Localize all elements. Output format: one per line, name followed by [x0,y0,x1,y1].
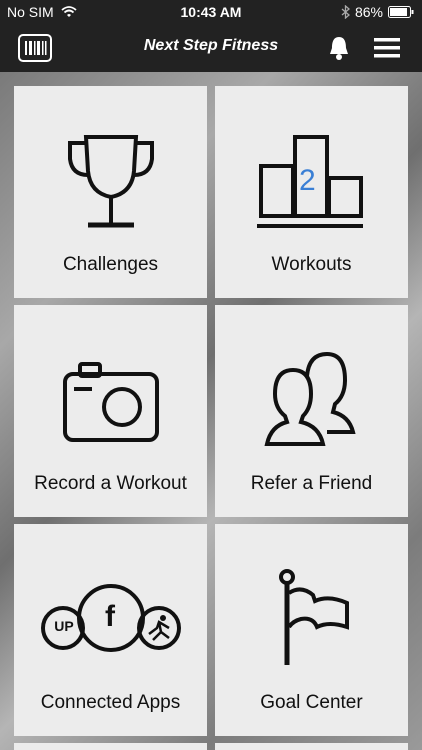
tile-label: Workouts [271,254,352,275]
status-bar: No SIM 10:43 AM 86% [0,0,422,24]
tile-label: Challenges [62,254,159,275]
tile-goal-center[interactable]: Goal Center [215,524,408,736]
tile-workouts[interactable]: 2 Workouts [215,86,408,298]
tile-label: Connected Apps [40,692,181,713]
tile-label: Refer a Friend [250,473,373,494]
tile-refer-friend[interactable]: Refer a Friend [215,305,408,517]
nav-bar: Next Step Fitness [0,24,422,72]
battery-icon [388,6,414,18]
hamburger-menu-icon[interactable] [374,38,400,58]
runner-icon [148,615,170,641]
app-title: Next Step Fitness [143,37,279,54]
users-icon [264,351,356,446]
tile-label: Record a Workout [34,473,187,494]
battery-percent: 86% [354,4,383,20]
tile-connected-apps[interactable]: UP f Connected Apps [14,524,207,736]
tile-challenges[interactable]: Challenges [14,86,207,298]
tile-label: Goal Center [260,692,363,713]
up-logo-text: UP [54,618,74,634]
camera-icon [63,362,159,442]
trophy-icon [68,135,154,228]
facebook-logo-text: f [105,600,115,633]
bell-icon[interactable] [328,35,350,61]
flag-icon [279,569,349,665]
tile-record-workout[interactable]: Record a Workout [14,305,207,517]
tile-partial[interactable] [14,743,207,750]
tile-partial[interactable] [215,743,408,750]
status-right: 86% [341,4,414,20]
bluetooth-icon [341,5,350,19]
podium-rank-label: 2 [299,164,316,197]
